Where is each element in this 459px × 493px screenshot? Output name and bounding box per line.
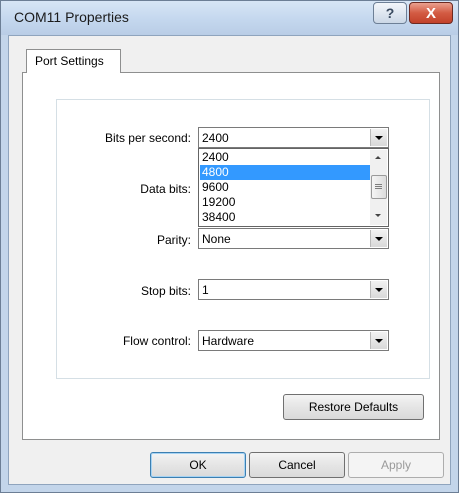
- bits-per-second-label: Bits per second:: [104, 131, 191, 145]
- cancel-button[interactable]: Cancel: [249, 452, 345, 478]
- dropdown-option[interactable]: 9600: [200, 180, 372, 195]
- dropdown-scrollbar[interactable]: [370, 150, 387, 225]
- close-icon: X: [425, 4, 436, 22]
- scroll-down-icon[interactable]: [375, 214, 381, 217]
- parity-label: Parity:: [156, 233, 191, 247]
- ok-button[interactable]: OK: [150, 452, 246, 478]
- restore-defaults-button[interactable]: Restore Defaults: [283, 394, 424, 420]
- bits-per-second-dropdown-list[interactable]: 2400 4800 9600 19200 38400: [198, 148, 389, 227]
- chevron-down-icon[interactable]: [370, 129, 387, 146]
- stop-bits-value: 1: [202, 283, 209, 297]
- bits-per-second-select[interactable]: 2400: [198, 127, 389, 148]
- apply-button[interactable]: Apply: [348, 452, 444, 478]
- dropdown-option[interactable]: 2400: [200, 150, 372, 165]
- chevron-down-icon[interactable]: [370, 230, 387, 247]
- tab-label: Port Settings: [35, 54, 104, 68]
- help-button[interactable]: ?: [373, 2, 407, 24]
- scroll-up-icon[interactable]: [375, 156, 381, 159]
- chevron-down-icon[interactable]: [370, 332, 387, 349]
- parity-value: None: [202, 232, 231, 246]
- scroll-thumb[interactable]: [371, 175, 387, 199]
- tab-port-settings[interactable]: Port Settings: [26, 49, 121, 73]
- close-button[interactable]: X: [409, 2, 453, 24]
- window-title: COM11 Properties: [14, 9, 129, 25]
- flow-control-value: Hardware: [202, 334, 255, 348]
- stop-bits-select[interactable]: 1: [198, 279, 389, 300]
- flow-control-select[interactable]: Hardware: [198, 330, 389, 351]
- parity-select[interactable]: None: [198, 228, 389, 249]
- chevron-down-icon[interactable]: [370, 281, 387, 298]
- flow-control-label: Flow control:: [122, 334, 191, 348]
- bits-per-second-value: 2400: [202, 131, 229, 145]
- dropdown-option[interactable]: 19200: [200, 195, 372, 210]
- dropdown-option-selected[interactable]: 4800: [200, 165, 372, 180]
- dropdown-option[interactable]: 38400: [200, 210, 372, 225]
- stop-bits-label: Stop bits:: [140, 284, 191, 298]
- help-icon: ?: [385, 5, 395, 21]
- data-bits-label: Data bits:: [140, 182, 191, 196]
